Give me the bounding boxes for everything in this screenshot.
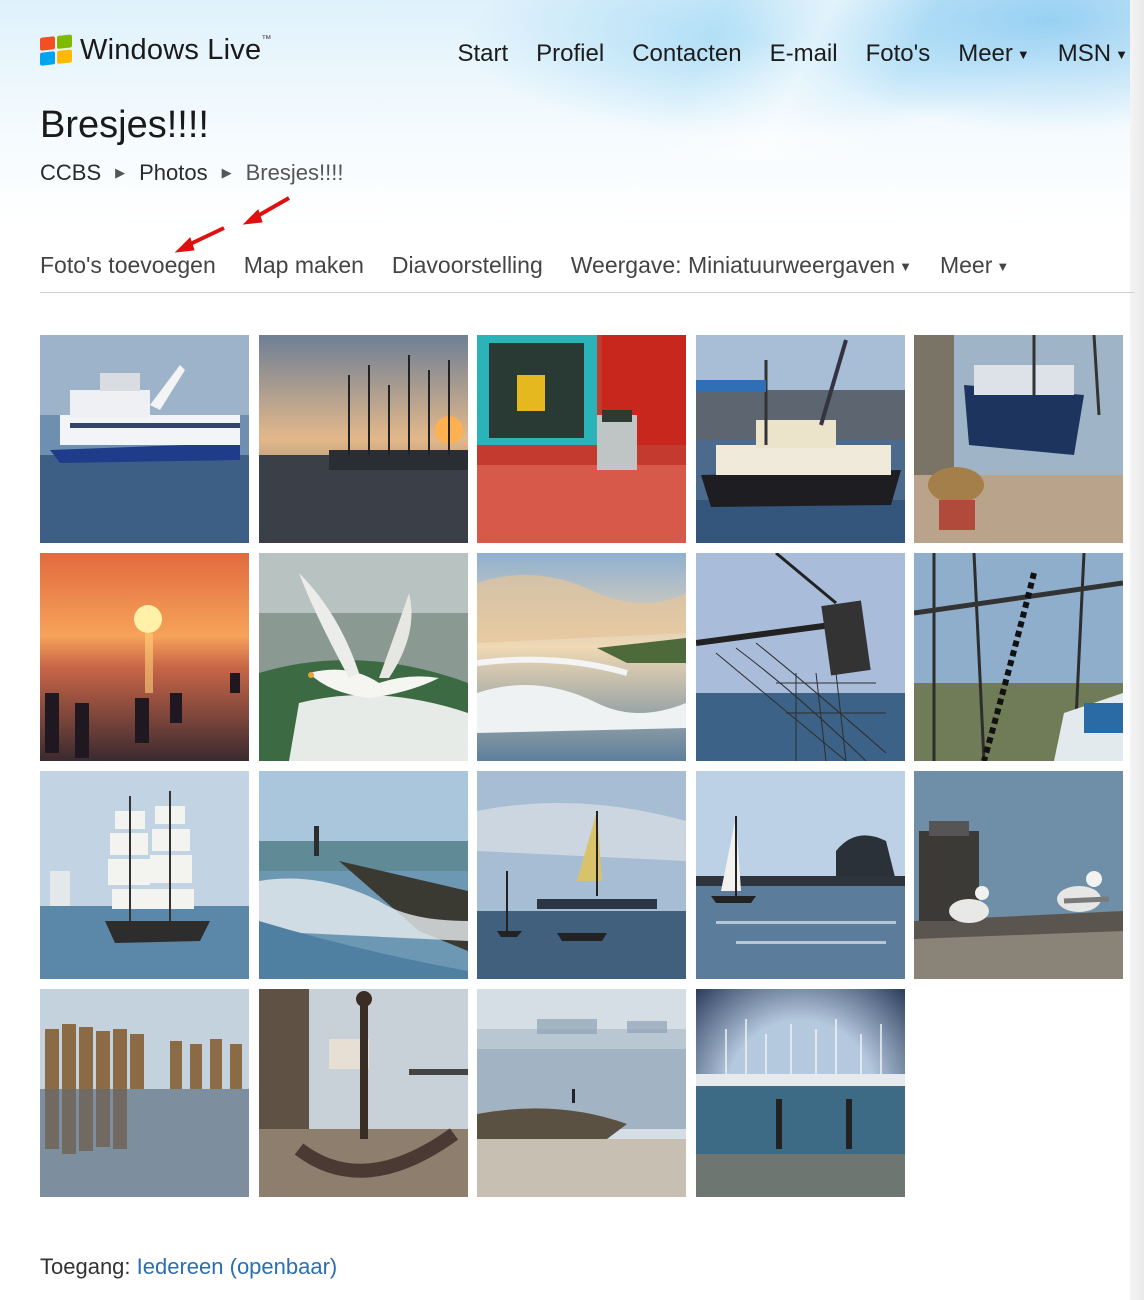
photo-thumbnail-image bbox=[259, 771, 468, 979]
photo-thumbnail-image bbox=[914, 771, 1123, 979]
breadcrumb-separator-icon: ▶ bbox=[221, 165, 232, 180]
toolbar-item-label: Foto's toevoegen bbox=[40, 252, 216, 278]
photo-thumbnail-image bbox=[40, 771, 249, 979]
fishing-net-photo[interactable] bbox=[696, 553, 905, 761]
ferry-photo[interactable] bbox=[40, 335, 249, 543]
nav-item-msn[interactable]: MSN ▼ bbox=[1058, 40, 1128, 68]
caret-down-icon: ▼ bbox=[1115, 47, 1128, 63]
arrow-head-2 bbox=[174, 237, 195, 253]
page-title: Bresjes!!!! bbox=[40, 104, 209, 146]
top-bar: Windows Live™ Start Profiel Contacten E-mai… bbox=[40, 30, 1134, 78]
toolbar-item-label: Map maken bbox=[243, 252, 364, 278]
arrow-head-1 bbox=[242, 209, 263, 225]
photo-thumbnail-image bbox=[259, 335, 468, 543]
sunset-sea-poles-photo[interactable] bbox=[40, 553, 249, 761]
marina-photo[interactable] bbox=[696, 989, 905, 1197]
toolbar-weergave-miniatuurweergaven[interactable]: Weergave: Miniatuurweergaven ▼ bbox=[571, 252, 912, 292]
toolbar-item-label: Weergave: Miniatuurweergaven bbox=[570, 252, 896, 278]
nav-item-label: Contacten bbox=[632, 40, 742, 67]
nav-item-profiel[interactable]: Profiel bbox=[536, 40, 604, 68]
toolbar-item-label: Meer bbox=[939, 252, 993, 278]
photo-thumbnail-image bbox=[477, 989, 686, 1197]
photo-thumbnail-image bbox=[259, 553, 468, 761]
photo-thumbnail-image bbox=[696, 335, 905, 543]
photo-toolbar: Foto's toevoegen Map maken Diavoorstelling… bbox=[40, 252, 1134, 293]
nav-item-label: Start bbox=[457, 40, 509, 67]
nav-item-label: Profiel bbox=[536, 40, 605, 67]
breadcrumb: CCBS ▶ Photos ▶ Bresjes!!!! bbox=[40, 160, 343, 186]
photo-thumbnail-image bbox=[477, 335, 686, 543]
nav-item-foto-s[interactable]: Foto's bbox=[866, 40, 931, 68]
breakwater-photo[interactable] bbox=[259, 771, 468, 979]
photo-thumbnail-image bbox=[40, 335, 249, 543]
breadcrumb-link[interactable]: CCBS bbox=[40, 160, 101, 186]
nav-item-contacten[interactable]: Contacten bbox=[632, 40, 741, 68]
caret-down-icon: ▼ bbox=[1016, 47, 1030, 63]
windows-live-logo[interactable]: Windows Live™ bbox=[40, 33, 272, 68]
toolbar-meer[interactable]: Meer ▼ bbox=[940, 252, 1009, 292]
sailboat-harbor-photo[interactable] bbox=[696, 771, 905, 979]
access-info: Toegang: Iedereen (openbaar) bbox=[40, 1254, 337, 1280]
photo-thumbnail-image bbox=[696, 771, 905, 979]
photo-thumbnail-image bbox=[914, 335, 1123, 543]
anchor-photo[interactable] bbox=[259, 989, 468, 1197]
photo-thumbnail-image bbox=[477, 553, 686, 761]
trawler-rigging-photo[interactable] bbox=[914, 553, 1123, 761]
nav-item-meer[interactable]: Meer ▼ bbox=[958, 40, 1030, 68]
caret-down-icon: ▼ bbox=[899, 259, 912, 275]
top-navigation: Start Profiel Contacten E-mail Foto's Meer ▼ MS… bbox=[457, 40, 1128, 68]
wooden-poles-reflection-photo[interactable] bbox=[40, 989, 249, 1197]
toolbar-item-label: Diavoorstelling bbox=[391, 252, 543, 278]
photo-thumbnail-image bbox=[40, 553, 249, 761]
scrollbar-edge bbox=[1130, 0, 1144, 1300]
photo-thumbnail-image bbox=[696, 989, 905, 1197]
breadcrumb-link[interactable]: Photos bbox=[139, 160, 208, 186]
photo-thumbnail-image bbox=[696, 553, 905, 761]
caret-down-icon: ▼ bbox=[996, 259, 1010, 275]
windows-flag-icon bbox=[40, 33, 74, 68]
photo-thumbnail-image bbox=[259, 989, 468, 1197]
access-value-link[interactable]: Iedereen (openbaar) bbox=[137, 1254, 338, 1279]
red-door-shoes-photo[interactable] bbox=[477, 335, 686, 543]
nav-item-label: Foto's bbox=[865, 40, 931, 67]
toolbar-diavoorstelling[interactable]: Diavoorstelling bbox=[392, 252, 543, 292]
sailboats-photo[interactable] bbox=[477, 771, 686, 979]
nav-item-label: MSN bbox=[1057, 40, 1112, 67]
photo-thumbnail-image bbox=[477, 771, 686, 979]
annotation-arrows bbox=[174, 196, 290, 253]
nav-item-e-mail[interactable]: E-mail bbox=[770, 40, 838, 68]
seagull-flying-photo[interactable] bbox=[259, 553, 468, 761]
harbor-sunset-masts-photo[interactable] bbox=[259, 335, 468, 543]
nav-item-label: Meer bbox=[958, 40, 1013, 67]
red-arrows bbox=[174, 196, 290, 253]
tall-ship-photo[interactable] bbox=[40, 771, 249, 979]
nav-item-start[interactable]: Start bbox=[457, 40, 508, 68]
toolbar-foto-s-toevoegen[interactable]: Foto's toevoegen bbox=[40, 252, 216, 292]
nav-item-label: E-mail bbox=[769, 40, 838, 67]
access-label: Toegang: bbox=[40, 1254, 131, 1279]
beach-waves-photo[interactable] bbox=[477, 553, 686, 761]
photo-thumbnail-image bbox=[40, 989, 249, 1197]
logo-text: Windows Live™ bbox=[80, 34, 272, 66]
photo-thumbnail-image bbox=[914, 553, 1123, 761]
toolbar-map-maken[interactable]: Map maken bbox=[244, 252, 364, 292]
seagulls-bollard-photo[interactable] bbox=[914, 771, 1123, 979]
trawler-quay-photo[interactable] bbox=[914, 335, 1123, 543]
fishing-boat-harbor-photo[interactable] bbox=[696, 335, 905, 543]
breadcrumb-separator-icon: ▶ bbox=[115, 165, 126, 180]
breadcrumb-current: Bresjes!!!! bbox=[245, 160, 344, 185]
shoreline-figure-photo[interactable] bbox=[477, 989, 686, 1197]
